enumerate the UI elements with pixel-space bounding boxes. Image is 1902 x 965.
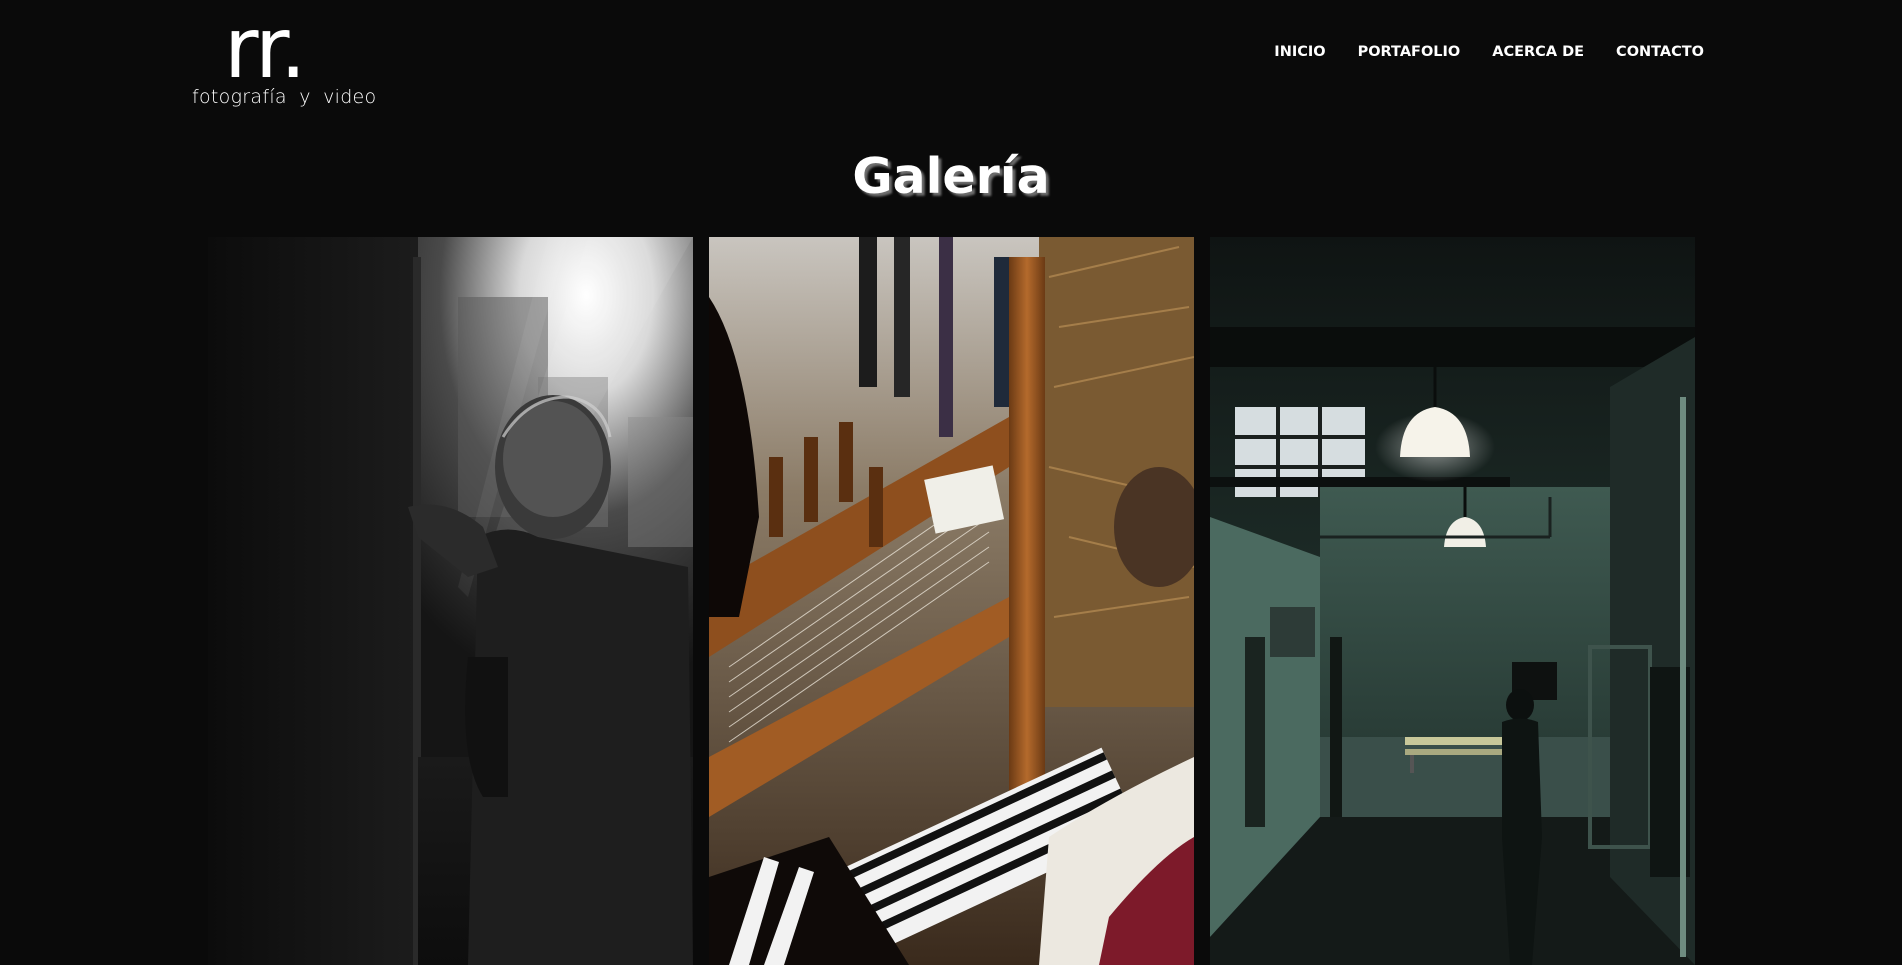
- green-hallway-image: [1210, 237, 1695, 965]
- nav-item-acerca-de[interactable]: ACERCA DE: [1492, 44, 1584, 60]
- nav-item-inicio[interactable]: INICIO: [1274, 44, 1325, 60]
- nav-item-contacto[interactable]: CONTACTO: [1616, 44, 1704, 60]
- logo-tagline: fotografía y video: [192, 86, 377, 108]
- weaving-loom-image: [709, 237, 1194, 965]
- site-logo[interactable]: rr. fotografía y video: [190, 6, 376, 114]
- gallery-photo-backlit-portrait[interactable]: [208, 237, 693, 965]
- backlit-portrait-image: [208, 237, 693, 965]
- logo-mark: rr.: [224, 0, 307, 97]
- photo-gallery: [208, 237, 1695, 965]
- gallery-photo-green-hallway[interactable]: [1210, 237, 1695, 965]
- gallery-photo-weaving-loom[interactable]: [709, 237, 1194, 965]
- page: rr. fotografía y video INICIO PORTAFOLIO…: [0, 0, 1902, 965]
- nav-item-portafolio[interactable]: PORTAFOLIO: [1358, 44, 1461, 60]
- main-nav: INICIO PORTAFOLIO ACERCA DE CONTACTO: [1274, 44, 1704, 60]
- page-title: Galería: [852, 148, 1050, 205]
